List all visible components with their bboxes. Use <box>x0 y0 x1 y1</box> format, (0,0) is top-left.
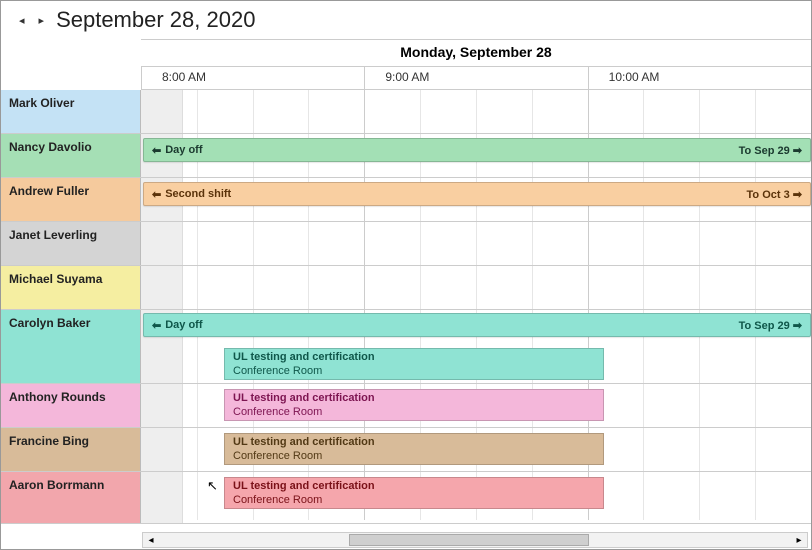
arrow-left-icon: ⬅ <box>152 319 161 332</box>
appointment-span[interactable]: ⬅ Second shift To Oct 3 ➡ <box>143 182 811 206</box>
time-slot: 8:00 AM <box>141 67 364 89</box>
horizontal-scrollbar[interactable]: ◂ ▸ <box>142 532 808 548</box>
resource-row[interactable]: Francine Bing UL testing and certificati… <box>1 428 811 472</box>
arrow-right-icon: ➡ <box>793 189 802 201</box>
scheduler-grid[interactable]: Mark Oliver Nancy Davolio ⬅ Day off To S… <box>1 90 811 520</box>
arrow-left-icon: ⬅ <box>152 144 161 157</box>
resource-header[interactable]: Aaron Borrmann <box>1 472 141 523</box>
appointment-title: UL testing and certification <box>233 351 595 365</box>
time-ruler: 8:00 AM 9:00 AM 10:00 AM <box>141 67 811 90</box>
arrow-right-icon: ➡ <box>793 320 802 332</box>
appointment-block[interactable]: UL testing and certification Conference … <box>224 477 604 509</box>
resource-row[interactable]: Andrew Fuller ⬅ Second shift To Oct 3 ➡ <box>1 178 811 222</box>
time-slot: 9:00 AM <box>364 67 587 89</box>
resource-header[interactable]: Andrew Fuller <box>1 178 141 221</box>
resource-row[interactable]: Nancy Davolio ⬅ Day off To Sep 29 ➡ <box>1 134 811 178</box>
appointment-block[interactable]: UL testing and certification Conference … <box>224 348 604 380</box>
date-nav: ◂ ▸ <box>19 14 44 27</box>
appointment-ends: To Oct 3 <box>747 189 790 201</box>
prev-date-icon[interactable]: ◂ <box>19 14 25 27</box>
scroll-right-icon[interactable]: ▸ <box>791 535 807 546</box>
appointment-title: UL testing and certification <box>233 436 595 450</box>
appointment-ends: To Sep 29 <box>739 145 790 157</box>
day-column-header: Monday, September 28 <box>141 39 811 67</box>
resource-header[interactable]: Francine Bing <box>1 428 141 471</box>
resource-header[interactable]: Carolyn Baker <box>1 310 141 383</box>
resource-row[interactable]: Anthony Rounds UL testing and certificat… <box>1 384 811 428</box>
resource-header[interactable]: Michael Suyama <box>1 266 141 309</box>
resource-header[interactable]: Nancy Davolio <box>1 134 141 177</box>
appointment-location: Conference Room <box>233 406 595 420</box>
resource-row[interactable]: Mark Oliver <box>1 90 811 134</box>
scroll-thumb[interactable] <box>349 534 589 546</box>
resource-header[interactable]: Anthony Rounds <box>1 384 141 427</box>
scroll-trough[interactable] <box>159 533 791 547</box>
header-bar: ◂ ▸ September 28, 2020 <box>1 1 811 39</box>
appointment-location: Conference Room <box>233 450 595 464</box>
resource-row[interactable]: Michael Suyama <box>1 266 811 310</box>
resource-row[interactable]: Carolyn Baker ⬅ Day off To Sep 29 ➡ UL t… <box>1 310 811 384</box>
appointment-ends: To Sep 29 <box>739 320 790 332</box>
cursor-icon: ↖ <box>207 478 218 494</box>
appointment-label: Day off <box>165 144 202 156</box>
appointment-title: UL testing and certification <box>233 392 595 406</box>
arrow-right-icon: ➡ <box>793 145 802 157</box>
time-slot: 10:00 AM <box>588 67 811 89</box>
appointment-title: UL testing and certification <box>233 480 595 494</box>
appointment-label: Second shift <box>165 188 231 200</box>
scroll-left-icon[interactable]: ◂ <box>143 535 159 546</box>
appointment-location: Conference Room <box>233 365 595 379</box>
current-date-title: September 28, 2020 <box>56 7 255 33</box>
resource-row[interactable]: Janet Leverling <box>1 222 811 266</box>
appointment-label: Day off <box>165 319 202 331</box>
appointment-location: Conference Room <box>233 494 595 508</box>
appointment-span[interactable]: ⬅ Day off To Sep 29 ➡ <box>143 313 811 337</box>
appointment-block[interactable]: UL testing and certification Conference … <box>224 389 604 421</box>
resource-header[interactable]: Mark Oliver <box>1 90 141 133</box>
arrow-left-icon: ⬅ <box>152 188 161 201</box>
appointment-span[interactable]: ⬅ Day off To Sep 29 ➡ <box>143 138 811 162</box>
next-date-icon[interactable]: ▸ <box>39 14 45 27</box>
resource-row[interactable]: Aaron Borrmann ↖ UL testing and certific… <box>1 472 811 524</box>
resource-header[interactable]: Janet Leverling <box>1 222 141 265</box>
appointment-block[interactable]: UL testing and certification Conference … <box>224 433 604 465</box>
